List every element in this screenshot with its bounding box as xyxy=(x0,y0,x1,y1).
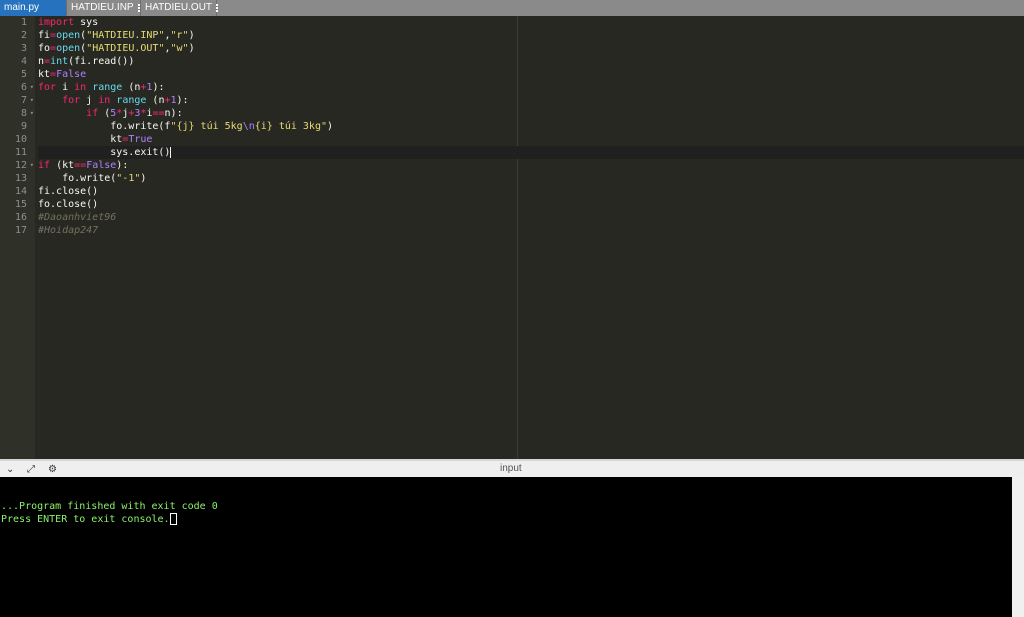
console-output[interactable]: ...Program finished with exit code 0 Pre… xyxy=(0,477,1012,617)
code-line[interactable]: import sys xyxy=(38,16,1024,29)
line-number: 3 xyxy=(20,43,27,54)
code-line[interactable]: for j in range (n+1): xyxy=(38,94,1024,107)
line-number: 16 xyxy=(14,212,27,223)
line-number: 10 xyxy=(14,134,27,145)
console-line: ...Program finished with exit code 0 xyxy=(1,501,218,512)
file-tab-bar: main.py HATDIEU.INP HATDIEU.OUT xyxy=(0,0,1024,16)
code-line[interactable]: #Hoidap247 xyxy=(38,224,1024,237)
line-number: 12 ▾ xyxy=(14,159,34,172)
fold-arrow-icon[interactable]: ▾ xyxy=(30,94,34,107)
line-number: 4 xyxy=(20,56,27,67)
tab-label: HATDIEU.INP xyxy=(71,2,134,13)
line-number: 15 xyxy=(14,199,27,210)
line-number: 6 ▾ xyxy=(20,81,34,94)
code-line[interactable]: fo.write("-1") xyxy=(38,172,1024,185)
code-line[interactable]: n=int(fi.read()) xyxy=(38,55,1024,68)
line-number: 5 xyxy=(20,69,27,80)
fold-arrow-icon[interactable]: ▾ xyxy=(30,81,34,94)
tab-hatdieu-inp[interactable]: HATDIEU.INP xyxy=(67,0,141,16)
code-line[interactable]: if (5*j+3*i==n): xyxy=(38,107,1024,120)
code-line[interactable]: fo.write(f"{j} túi 5kg\n{i} túi 3kg") xyxy=(38,120,1024,133)
line-number: 2 xyxy=(20,30,27,41)
tab-label: main.py xyxy=(4,2,40,13)
line-number: 1 xyxy=(20,17,27,28)
line-number: 17 xyxy=(14,225,27,236)
settings-icon[interactable]: ⚙ xyxy=(48,464,57,475)
console-line: Press ENTER to exit console. xyxy=(0,513,1012,525)
tab-menu-icon[interactable] xyxy=(216,4,219,12)
code-line[interactable]: fi.close() xyxy=(38,185,1024,198)
fold-arrow-icon[interactable]: ▾ xyxy=(30,107,34,120)
console-scrollbar[interactable] xyxy=(1012,477,1024,617)
line-number: 14 xyxy=(14,186,27,197)
fold-arrow-icon[interactable]: ▾ xyxy=(30,159,34,172)
chevron-down-icon[interactable]: ⌄ xyxy=(6,464,14,475)
line-number-gutter: 1 2 3 4 5 6 ▾ 7 ▾ 8 ▾ 9 10 11 12 ▾ 13 14 15 … xyxy=(0,16,35,459)
code-line[interactable]: kt=False xyxy=(38,68,1024,81)
code-line[interactable]: if (kt==False): xyxy=(38,159,1024,172)
expand-icon[interactable]: ⤢ xyxy=(27,464,35,475)
tab-label: HATDIEU.OUT xyxy=(145,2,213,13)
line-number: 8 ▾ xyxy=(20,107,34,120)
code-line[interactable]: for i in range (n+1): xyxy=(38,81,1024,94)
code-line[interactable]: kt=True xyxy=(38,133,1024,146)
code-lines[interactable]: import sys fi=open("HATDIEU.INP","r") fo… xyxy=(38,16,1024,237)
code-line-active[interactable]: sys.exit() xyxy=(38,146,1024,159)
tab-main-py[interactable]: main.py xyxy=(0,0,67,16)
console-header: ⌄ ⤢ ⚙ input xyxy=(0,459,1024,477)
line-number: 7 ▾ xyxy=(20,94,34,107)
code-line[interactable]: fi=open("HATDIEU.INP","r") xyxy=(38,29,1024,42)
console-title: input xyxy=(500,463,522,474)
code-line[interactable]: fo.close() xyxy=(38,198,1024,211)
code-editor[interactable]: 1 2 3 4 5 6 ▾ 7 ▾ 8 ▾ 9 10 11 12 ▾ 13 14 15 … xyxy=(0,16,1024,459)
line-number: 11 xyxy=(14,147,27,158)
text-cursor xyxy=(170,146,172,158)
tab-hatdieu-out[interactable]: HATDIEU.OUT xyxy=(141,0,219,16)
console-cursor xyxy=(169,513,177,525)
code-line[interactable]: fo=open("HATDIEU.OUT","w") xyxy=(38,42,1024,55)
line-number: 13 xyxy=(14,173,27,184)
line-number: 9 xyxy=(20,121,27,132)
tab-menu-icon[interactable] xyxy=(137,4,140,12)
code-line[interactable]: #Daoanhviet96 xyxy=(38,211,1024,224)
